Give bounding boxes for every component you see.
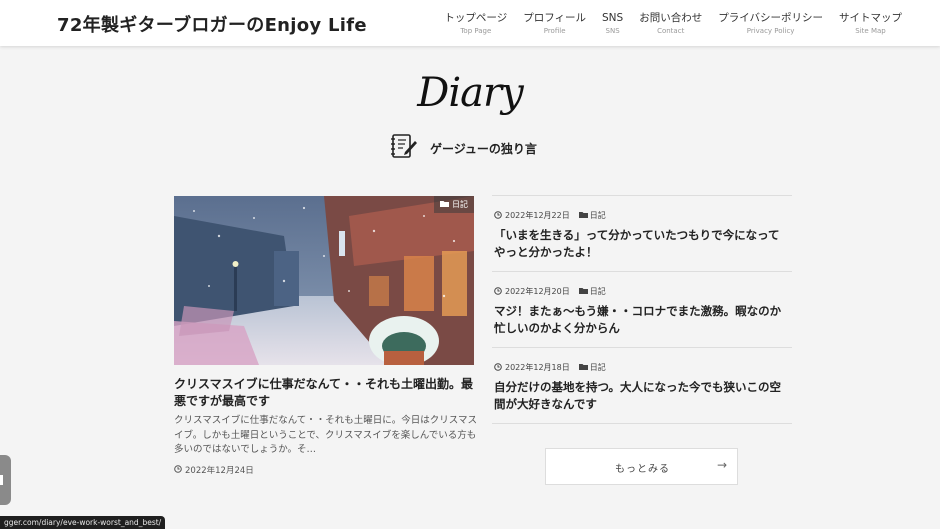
nav-item-sns[interactable]: SNS SNS (602, 12, 623, 36)
post-title[interactable]: 自分だけの基地を持つ。大人になった今でも狭いこの空間が大好きなんです (494, 379, 790, 413)
category-badge[interactable]: 日記 (434, 196, 474, 213)
date-text: 2022年12月24日 (185, 466, 254, 476)
nav-sublabel: Contact (657, 27, 685, 35)
section-subtitle: ゲージューの独り言 (430, 141, 537, 156)
folder-icon (578, 363, 588, 372)
site-title[interactable]: 72年製ギターブロガーのEnjoy Life (57, 11, 367, 37)
global-nav: トップページ Top Page プロフィール Profile SNS SNS お… (444, 12, 902, 36)
post-title[interactable]: マジ！またぁ〜もう嫌・・コロナでまた激務。暇なのか忙しいのかよく分からん (494, 303, 790, 337)
nav-item-privacy-policy[interactable]: プライバシーポリシー Privacy Policy (718, 12, 823, 36)
nav-label: SNS (602, 12, 624, 24)
folder-icon (440, 200, 449, 209)
post-meta: 2022年12月18日 日記 (494, 362, 790, 373)
list-item[interactable]: 2022年12月22日 日記 「いまを生きる」って分かっていたつもりで今になって… (492, 196, 792, 272)
post-title[interactable]: 「いまを生きる」って分かっていたつもりで今になってやっと分かったよ！ (494, 227, 790, 261)
category-label: 日記 (589, 363, 606, 372)
nav-label: トップページ (444, 12, 508, 24)
nav-label: お問い合わせ (639, 12, 703, 24)
post-meta: 2022年12月20日 日記 (494, 286, 790, 297)
browser-status-url: gger.com/diary/eve-work-worst_and_best/ (0, 516, 166, 529)
nav-item-top-page[interactable]: トップページ Top Page (444, 12, 507, 36)
post-list: 2022年12月22日 日記 「いまを生きる」って分かっていたつもりで今になって… (492, 195, 792, 424)
category-label: 日記 (452, 200, 468, 209)
featured-post-date: 2022年12月24日 (174, 464, 254, 476)
site-header: 72年製ギターブロガーのEnjoy Life トップページ Top Page プ… (0, 0, 940, 46)
clock-icon (174, 464, 182, 476)
folder-icon (578, 287, 588, 296)
list-item[interactable]: 2022年12月18日 日記 自分だけの基地を持つ。大人になった今でも狭いこの空… (492, 348, 792, 424)
category-label: 日記 (589, 287, 606, 296)
arrow-right-icon: → (716, 458, 727, 472)
nav-sublabel: Profile (543, 27, 566, 35)
nav-label: サイトマップ (839, 12, 902, 24)
see-more-button[interactable]: もっとみる → (545, 448, 738, 485)
nav-label: プロフィール (523, 12, 587, 24)
nav-sublabel: Site Map (855, 27, 886, 35)
category-label: 日記 (589, 211, 606, 220)
folder-icon (578, 211, 588, 220)
post-category[interactable]: 日記 (578, 286, 606, 297)
featured-post-excerpt: クリスマスイブに仕事だなんて・・それも土曜日に。今日はクリスマスイブ。しかも土曜… (174, 415, 477, 455)
nav-sublabel: Top Page (460, 27, 492, 35)
post-date: 2022年12月18日 (505, 363, 570, 372)
nav-label: プライバシーポリシー (718, 12, 823, 24)
section-script-title: Diary (417, 70, 523, 116)
see-more-label: もっとみる (615, 464, 670, 475)
nav-item-contact[interactable]: お問い合わせ Contact (639, 12, 702, 36)
side-drawer-tab[interactable] (0, 455, 11, 505)
section-subtitle-row: ゲージューの独り言 (390, 133, 537, 163)
clock-icon (494, 362, 502, 373)
nav-item-profile[interactable]: プロフィール Profile (523, 12, 586, 36)
post-meta: 2022年12月22日 日記 (494, 210, 790, 221)
nav-sublabel: SNS (605, 27, 620, 35)
post-category[interactable]: 日記 (578, 210, 606, 221)
clock-icon (494, 210, 502, 221)
list-item[interactable]: 2022年12月20日 日記 マジ！またぁ〜もう嫌・・コロナでまた激務。暇なのか… (492, 272, 792, 348)
post-date: 2022年12月22日 (505, 211, 570, 220)
featured-post-image[interactable]: 日記 (174, 196, 474, 365)
post-category[interactable]: 日記 (578, 362, 606, 373)
notebook-pen-icon (390, 133, 418, 163)
post-date: 2022年12月20日 (505, 287, 570, 296)
featured-post-title[interactable]: クリスマスイブに仕事だなんて・・それも土曜出勤。最悪ですが最高です (174, 376, 478, 410)
nav-item-site-map[interactable]: サイトマップ Site Map (839, 12, 902, 36)
clock-icon (494, 286, 502, 297)
nav-sublabel: Privacy Policy (746, 27, 795, 35)
